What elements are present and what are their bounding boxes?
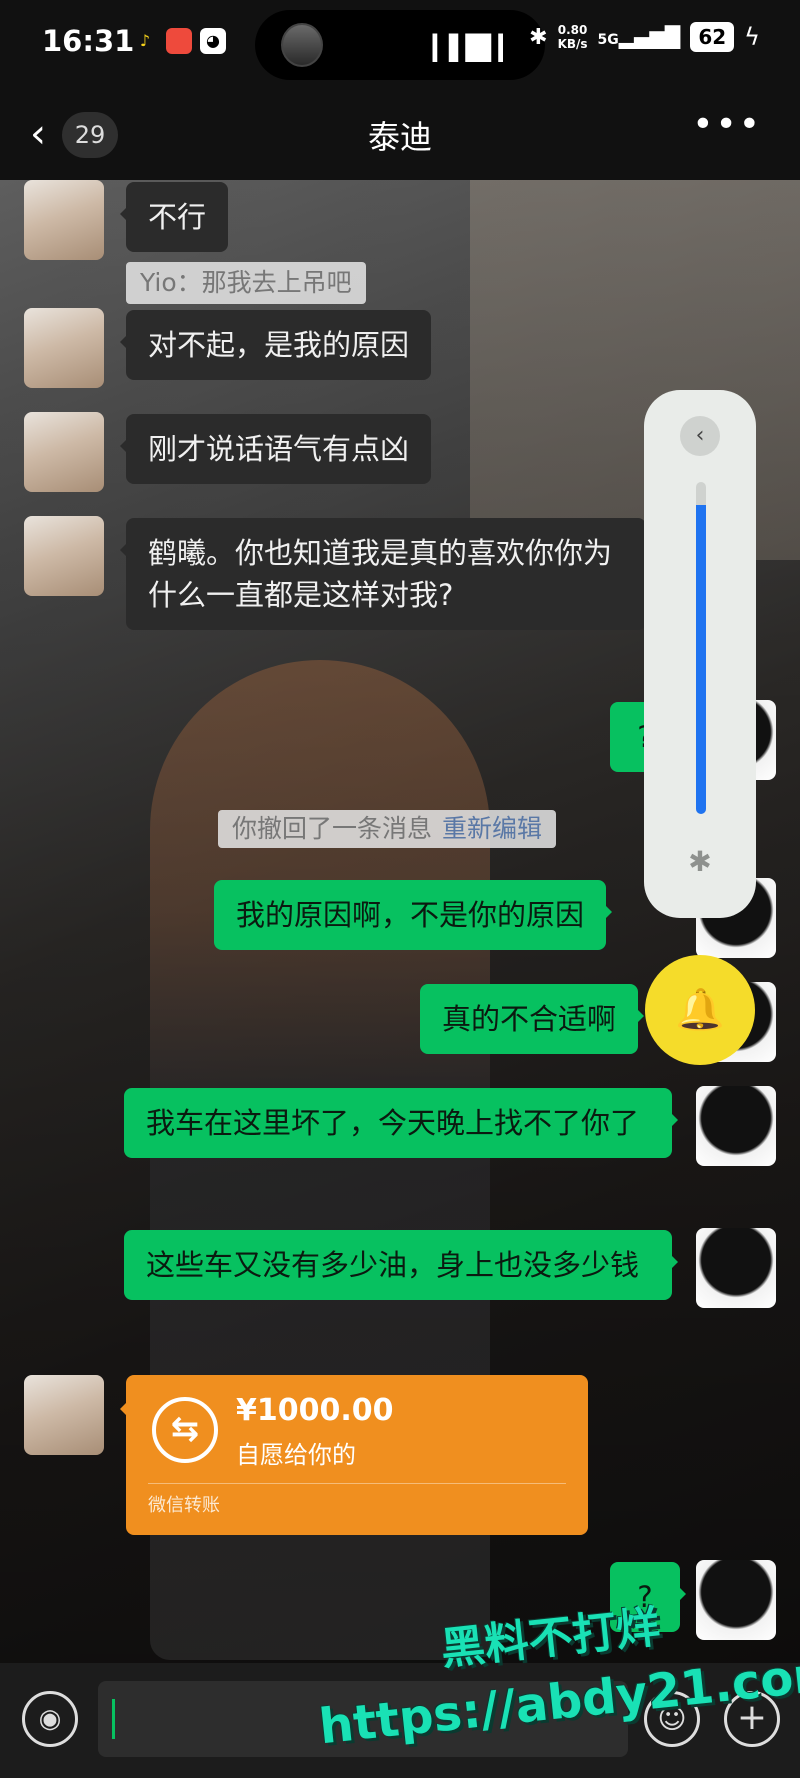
bluetooth-icon: ✱ bbox=[529, 24, 548, 50]
volume-level-fill bbox=[696, 505, 706, 814]
quoted-reply[interactable]: Yio：那我去上吊吧 bbox=[126, 262, 366, 304]
recalled-message-notice: 你撤回了一条消息 重新编辑 bbox=[218, 810, 557, 848]
contact-avatar[interactable] bbox=[24, 180, 104, 260]
status-time: 16:31 bbox=[42, 24, 135, 58]
incoming-message[interactable]: 鹤曦。你也知道我是真的喜欢你你为什么一直都是这样对我? bbox=[120, 518, 646, 630]
battery-indicator: 62 bbox=[690, 22, 735, 52]
ringer-bell-button[interactable]: 🔔 bbox=[645, 955, 755, 1065]
contact-avatar[interactable] bbox=[24, 1375, 104, 1455]
volume-panel[interactable]: ‹ ✱ bbox=[644, 390, 756, 918]
transfer-arrows-icon: ⇆ bbox=[152, 1397, 218, 1463]
status-app-icons: ♪ ◕ bbox=[132, 28, 226, 54]
collapse-chevron-icon[interactable]: ‹ bbox=[680, 416, 720, 456]
bluetooth-icon: ✱ bbox=[688, 845, 712, 878]
contact-avatar[interactable] bbox=[24, 308, 104, 388]
incoming-message[interactable]: 对不起，是我的原因 bbox=[119, 310, 432, 380]
my-avatar[interactable] bbox=[696, 1228, 776, 1308]
transfer-divider bbox=[148, 1483, 566, 1484]
my-avatar[interactable] bbox=[696, 1560, 776, 1640]
voice-input-icon[interactable]: ◉ bbox=[22, 1691, 78, 1747]
bell-icon: 🔔 bbox=[675, 987, 725, 1033]
chat-nav-bar: ‹ 29 泰迪 ••• bbox=[0, 90, 800, 180]
volume-slider[interactable] bbox=[696, 482, 706, 814]
recall-notice-text: 你撤回了一条消息 bbox=[232, 814, 433, 843]
incoming-message[interactable]: 刚才说话语气有点凶 bbox=[119, 414, 432, 484]
my-avatar[interactable] bbox=[696, 1086, 776, 1166]
outgoing-message[interactable]: 真的不合适啊 bbox=[420, 984, 645, 1054]
now-playing-avatar bbox=[281, 23, 323, 67]
transfer-label: 微信转账 bbox=[148, 1495, 220, 1516]
shopping-app-icon bbox=[166, 28, 192, 54]
charging-bolt-icon: ϟ bbox=[744, 23, 760, 51]
contact-avatar[interactable] bbox=[24, 412, 104, 492]
status-indicators: ✱ 0.80 KB/s 5G▂▄▆█ 62 ϟ bbox=[529, 22, 760, 52]
more-options-icon[interactable]: ••• bbox=[692, 104, 762, 145]
outgoing-message[interactable]: 我车在这里坏了，今天晚上找不了你了 bbox=[124, 1088, 678, 1158]
network-speed: 0.80 KB/s bbox=[557, 23, 588, 51]
incoming-message[interactable]: 不行 bbox=[119, 182, 229, 252]
text-caret bbox=[112, 1699, 115, 1739]
re-edit-link[interactable]: 重新编辑 bbox=[442, 814, 542, 843]
outgoing-message[interactable]: 这些车又没有多少油，身上也没多少钱 bbox=[124, 1230, 678, 1300]
transfer-note: 自愿给你的 bbox=[236, 1441, 356, 1469]
audio-wave-icon: ▎▌█▌▎ bbox=[432, 34, 517, 62]
signal-icon: 5G▂▄▆█ bbox=[597, 25, 681, 49]
qq-penguin-icon: ◕ bbox=[200, 28, 226, 54]
chat-title: 泰迪 bbox=[367, 118, 432, 156]
outgoing-message[interactable]: 我的原因啊，不是你的原因 bbox=[214, 880, 613, 950]
contact-avatar[interactable] bbox=[24, 516, 104, 596]
dynamic-island[interactable]: ▎▌█▌▎ bbox=[255, 10, 545, 80]
music-note-icon: ♪ bbox=[139, 31, 151, 50]
money-transfer-card[interactable]: ⇆ ¥1000.00 自愿给你的 微信转账 bbox=[120, 1375, 588, 1535]
status-bar: 16:31 ♪ ◕ ▎▌█▌▎ ✱ 0.80 KB/s 5G▂▄▆█ 62 ϟ bbox=[0, 0, 800, 90]
transfer-amount: ¥1000.00 bbox=[236, 1393, 394, 1428]
